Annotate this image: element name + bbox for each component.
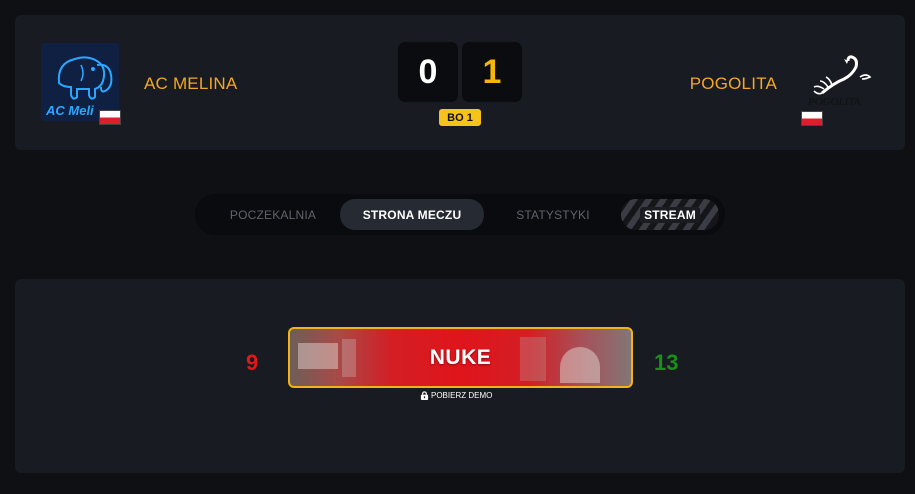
team-left-logo-text: AC Meli [45,103,94,118]
match-tabs: POCZEKALNIA STRONA MECZU STATYSTYKI STRE… [195,194,725,235]
score-left: 0 [398,42,458,102]
tab-stream[interactable]: STREAM [621,199,719,230]
download-demo-link[interactable]: POBIERZ DEMO [420,390,492,401]
map-score-left: 9 [246,350,259,375]
poland-flag-icon [99,110,121,125]
team-left-name[interactable]: AC MELINA [144,74,237,94]
team-right-name[interactable]: POGOLITA [690,74,777,94]
download-demo-label: POBIERZ DEMO [431,391,493,400]
tab-statystyki[interactable]: STATYSTYKI [493,199,613,230]
map-score-right: 13 [654,350,679,375]
lock-icon [420,391,429,400]
scorpion-icon: POGOLITA [807,55,872,108]
tab-poczekalnia[interactable]: POCZEKALNIA [209,199,337,230]
team-right-logo[interactable]: POGOLITA [800,43,878,121]
tab-stream-label: STREAM [640,206,700,223]
score-right: 1 [462,42,522,102]
map-banner-nuke[interactable]: NUKE [288,327,633,388]
poland-flag-icon [801,111,823,126]
tab-strona-meczu[interactable]: STRONA MECZU [340,199,484,230]
map-name: NUKE [429,345,492,369]
match-format-badge: BO 1 [439,109,481,126]
team-right-logo-text: POGOLITA [807,96,861,108]
